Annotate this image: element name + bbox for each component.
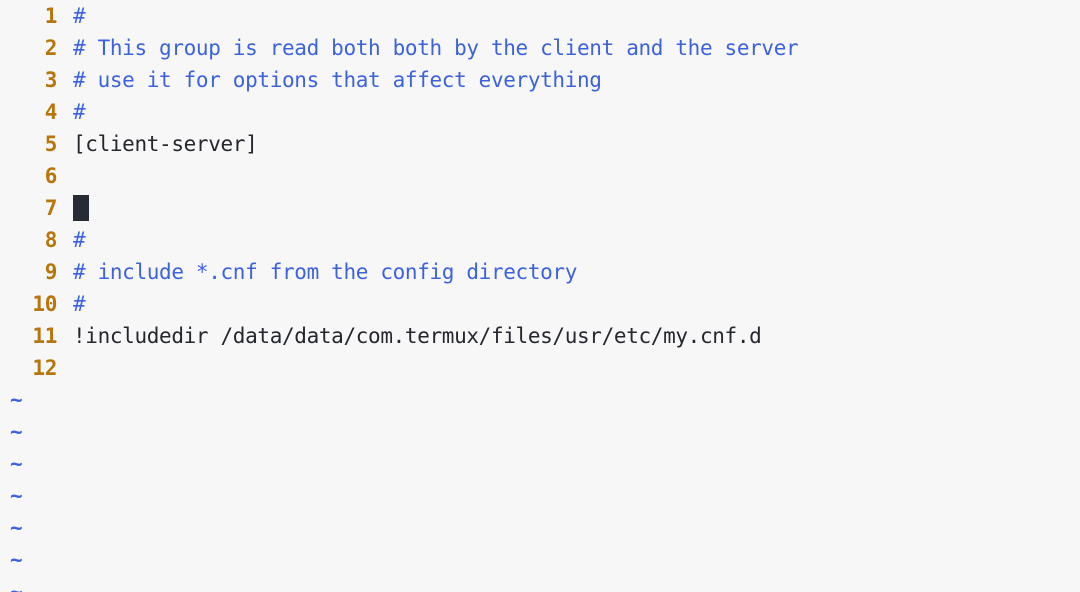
line-content[interactable]: # include *.cnf from the config director… xyxy=(73,256,577,288)
editor-line[interactable]: 2 # This group is read both both by the … xyxy=(0,32,1080,64)
line-number: 12 xyxy=(32,356,57,380)
text-editor-window[interactable]: 1 # 2 # This group is read both both by … xyxy=(0,0,1080,592)
line-number: 11 xyxy=(32,324,57,348)
tilde-icon: ~ xyxy=(10,420,23,444)
block-cursor-icon xyxy=(73,195,89,221)
tilde-icon: ~ xyxy=(10,484,23,508)
line-number: 9 xyxy=(44,260,58,284)
editor-line[interactable]: 10 # xyxy=(0,288,1080,320)
line-number: 1 xyxy=(44,4,58,28)
tilde-row: ~ xyxy=(0,448,1080,480)
line-number: 10 xyxy=(32,292,57,316)
tilde-icon: ~ xyxy=(10,580,23,592)
line-content[interactable]: # xyxy=(73,0,86,32)
tilde-icon: ~ xyxy=(10,548,23,572)
editor-line[interactable]: 8 # xyxy=(0,224,1080,256)
tilde-row: ~ xyxy=(0,512,1080,544)
line-content[interactable]: # This group is read both both by the cl… xyxy=(73,32,799,64)
line-content[interactable]: !includedir /data/data/com.termux/files/… xyxy=(73,320,762,352)
line-number: 4 xyxy=(44,100,58,124)
empty-buffer-markers: ~ ~ ~ ~ ~ ~ ~ xyxy=(0,384,1080,592)
tilde-row: ~ xyxy=(0,416,1080,448)
line-content[interactable]: [client-server] xyxy=(73,128,258,160)
line-number: 7 xyxy=(44,196,58,220)
tilde-icon: ~ xyxy=(10,452,23,476)
editor-line[interactable]: 9 # include *.cnf from the config direct… xyxy=(0,256,1080,288)
editor-line[interactable]: 5 [client-server] xyxy=(0,128,1080,160)
line-number: 3 xyxy=(44,68,58,92)
editor-buffer[interactable]: 1 # 2 # This group is read both both by … xyxy=(0,0,1080,384)
editor-line[interactable]: 1 # xyxy=(0,0,1080,32)
editor-line[interactable]: 3 # use it for options that affect every… xyxy=(0,64,1080,96)
line-number: 5 xyxy=(44,132,58,156)
line-number: 8 xyxy=(44,228,58,252)
editor-line[interactable]: 6 xyxy=(0,160,1080,192)
line-content[interactable]: # xyxy=(73,224,86,256)
tilde-row: ~ xyxy=(0,480,1080,512)
line-content[interactable]: # use it for options that affect everyth… xyxy=(73,64,602,96)
line-content[interactable]: # xyxy=(73,288,86,320)
tilde-icon: ~ xyxy=(10,388,23,412)
tilde-icon: ~ xyxy=(10,516,23,540)
editor-line-cursor[interactable]: 7 xyxy=(0,192,1080,224)
line-content[interactable]: # xyxy=(73,96,86,128)
line-number: 6 xyxy=(44,164,58,188)
tilde-row: ~ xyxy=(0,544,1080,576)
tilde-row: ~ xyxy=(0,384,1080,416)
editor-line[interactable]: 11 !includedir /data/data/com.termux/fil… xyxy=(0,320,1080,352)
editor-line[interactable]: 12 xyxy=(0,352,1080,384)
line-number: 2 xyxy=(44,36,58,60)
tilde-row: ~ xyxy=(0,576,1080,592)
editor-line[interactable]: 4 # xyxy=(0,96,1080,128)
